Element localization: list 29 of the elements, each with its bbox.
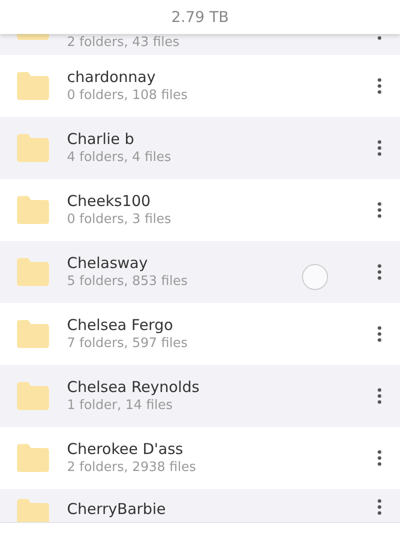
folder-icon <box>17 134 49 162</box>
folder-icon <box>17 499 49 522</box>
folder-details: 1 folder, 14 files <box>67 397 174 415</box>
folder-row[interactable]: Chelasway 5 folders, 853 files <box>0 241 400 303</box>
folder-name: Cheeks100 <box>67 191 152 211</box>
storage-size: 2.79 TB <box>171 8 229 26</box>
folder-details: 2 folders, 2938 files <box>67 459 197 477</box>
folder-name: CherryBarbie <box>67 499 167 519</box>
folder-row[interactable]: CherryBarbie <box>0 489 400 522</box>
folder-details: 7 folders, 597 files <box>67 335 189 353</box>
folder-name: Chelsea Fergo <box>67 315 174 335</box>
folder-details: 0 folders, 3 files <box>67 211 172 229</box>
folder-icon <box>17 72 49 100</box>
folder-name: Charlie b <box>67 129 136 149</box>
folder-details: 0 folders, 108 files <box>67 87 189 105</box>
folder-icon <box>17 320 49 348</box>
folder-icon <box>17 444 49 472</box>
folder-icon <box>17 196 49 224</box>
folder-name: Cherokee D'ass <box>67 439 184 459</box>
folder-name: Chelsea Reynolds <box>67 377 200 397</box>
folder-name: chardonnay <box>67 67 157 87</box>
folder-details: 5 folders, 853 files <box>67 273 189 291</box>
folder-icon <box>17 382 49 410</box>
folder-details: 2 folders, 43 files <box>67 34 180 52</box>
folder-icon <box>17 258 49 286</box>
folder-details: 4 folders, 4 files <box>67 149 172 167</box>
folder-row[interactable]: Chelsea Reynolds 1 folder, 14 files <box>0 365 400 427</box>
folder-name: Chelasway <box>67 253 149 273</box>
folder-row[interactable]: Charlie b 4 folders, 4 files <box>0 117 400 179</box>
